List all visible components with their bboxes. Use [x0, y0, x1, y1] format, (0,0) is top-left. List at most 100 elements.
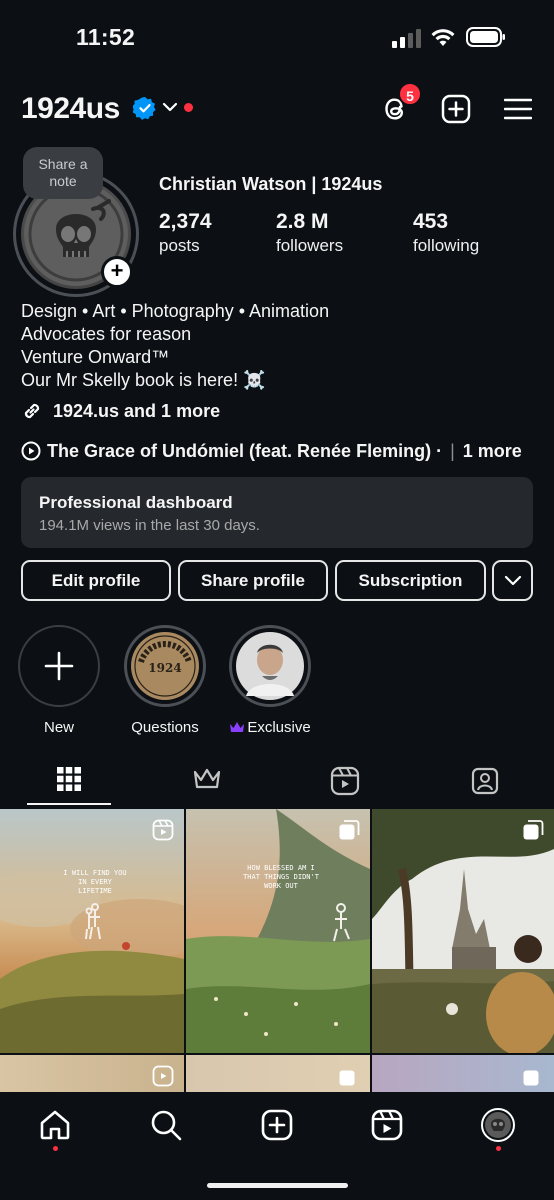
crown-icon	[230, 722, 245, 732]
tab-tagged[interactable]	[416, 756, 554, 806]
grid-icon	[57, 767, 81, 791]
nav-profile-activity-dot	[496, 1146, 501, 1151]
questions-badge-image: 1924	[131, 632, 199, 700]
post-thumbnail[interactable]: HOW BLESSED AM I THAT THINGS DIDN'T WORK…	[186, 809, 370, 1053]
post-artwork	[186, 809, 370, 1053]
posts-stat[interactable]: 2,374 posts	[159, 210, 212, 256]
account-switcher-username[interactable]: 1924us	[21, 92, 120, 126]
nav-reels[interactable]	[370, 1108, 404, 1142]
profile-music[interactable]: The Grace of Undómiel (feat. Renée Flemi…	[21, 438, 522, 464]
music-separator: |	[450, 440, 455, 461]
dashboard-title: Professional dashboard	[39, 493, 233, 512]
threads-button[interactable]: 5	[378, 82, 422, 126]
post-thumbnail[interactable]	[372, 809, 554, 1053]
tagged-person-icon	[471, 767, 499, 795]
post-thumbnail[interactable]: I WILL FIND YOU IN EVERY LIFETIME	[0, 809, 184, 1053]
verified-badge-icon	[133, 97, 156, 120]
bio-line: Our Mr Skelly book is here! ☠️	[21, 370, 266, 390]
nav-profile[interactable]	[481, 1108, 515, 1142]
following-stat[interactable]: 453 following	[413, 210, 479, 256]
svg-text:1924: 1924	[148, 661, 181, 675]
crown-icon	[193, 768, 221, 789]
edit-profile-button[interactable]: Edit profile	[21, 560, 171, 601]
carousel-indicator-icon	[339, 820, 360, 840]
nav-search[interactable]	[149, 1108, 183, 1142]
active-tab-indicator	[27, 803, 111, 805]
followers-label: followers	[276, 236, 344, 255]
profile-links[interactable]: 1924.us and 1 more	[21, 398, 220, 424]
profile-header: 1924us 5	[0, 82, 554, 138]
bio-line: Venture Onward™	[21, 347, 170, 367]
bio-line: Design • Art • Photography • Animation	[21, 301, 330, 321]
suggested-accounts-button[interactable]	[492, 560, 533, 601]
questions-highlight-circle: 1924	[124, 625, 206, 707]
post-artwork	[372, 809, 554, 1053]
exclusive-highlight-circle	[229, 625, 311, 707]
followers-stat[interactable]: 2.8 M followers	[276, 210, 343, 256]
share-note-bubble[interactable]: Share a note	[23, 147, 103, 199]
highlight-label-row: Exclusive	[225, 719, 315, 736]
posts-count: 2,374	[159, 210, 212, 233]
threads-badge: 5	[398, 82, 422, 106]
add-story-plus-icon[interactable]: +	[101, 256, 133, 288]
highlight-exclusive[interactable]: Exclusive	[225, 625, 315, 736]
post-thumbnail[interactable]	[0, 1055, 184, 1094]
post-artwork	[0, 809, 184, 1053]
post-thumbnail[interactable]	[186, 1055, 370, 1094]
highlight-new[interactable]: New	[14, 625, 104, 736]
nav-home-activity-dot	[53, 1146, 58, 1151]
nav-create[interactable]	[260, 1108, 294, 1142]
carousel-indicator-icon	[339, 1070, 355, 1086]
profile-avatar-icon	[481, 1108, 515, 1142]
bio-line: Advocates for reason	[21, 324, 192, 344]
following-count: 453	[413, 210, 449, 233]
following-label: following	[413, 236, 480, 255]
profile-bio: Design • Art • Photography • Animation A…	[21, 300, 329, 392]
home-icon	[40, 1110, 70, 1140]
post-caption-overlay: I WILL FIND YOU IN EVERY LIFETIME	[63, 869, 127, 895]
tab-reels[interactable]	[276, 756, 414, 806]
status-time: 11:52	[76, 24, 136, 50]
reel-indicator-icon	[152, 1065, 174, 1087]
reels-icon	[330, 766, 360, 796]
music-more: 1 more	[462, 440, 522, 461]
highlight-label: Questions	[131, 719, 199, 736]
notification-dot	[184, 103, 193, 112]
battery-icon	[466, 27, 505, 47]
profile-full-name: Christian Watson | 1924us	[159, 174, 383, 194]
highlight-label: New	[43, 719, 74, 736]
create-post-icon[interactable]	[441, 94, 471, 124]
tab-posts-grid[interactable]	[0, 756, 138, 806]
professional-dashboard[interactable]: Professional dashboard 194.1M views in t…	[21, 477, 533, 548]
chevron-down-icon	[504, 575, 521, 586]
profile-link-text: 1924.us and 1 more	[53, 400, 221, 421]
posts-label: posts	[159, 236, 200, 255]
carousel-indicator-icon	[523, 1070, 539, 1086]
wifi-icon	[431, 29, 455, 46]
followers-count: 2.8 M	[276, 210, 329, 233]
share-profile-button[interactable]: Share profile	[178, 560, 328, 601]
profile-tabs	[0, 756, 554, 806]
menu-icon[interactable]	[504, 97, 532, 121]
highlight-label: Exclusive	[247, 719, 311, 736]
home-indicator	[207, 1183, 348, 1188]
dashboard-subtitle: 194.1M views in the last 30 days.	[39, 517, 260, 534]
highlight-questions[interactable]: 1924 Questions	[120, 625, 210, 736]
new-highlight-circle	[18, 625, 100, 707]
subscription-button[interactable]: Subscription	[335, 560, 486, 601]
chevron-down-icon[interactable]	[162, 100, 178, 114]
cellular-signal-icon	[392, 29, 421, 48]
create-post-icon	[261, 1109, 293, 1141]
tab-subscriptions[interactable]	[138, 756, 276, 806]
carousel-indicator-icon	[523, 820, 544, 840]
post-thumbnail[interactable]	[372, 1055, 554, 1094]
reels-icon	[371, 1109, 403, 1141]
link-icon	[24, 403, 40, 419]
status-bar: 11:52	[0, 0, 554, 80]
nav-home[interactable]	[38, 1108, 72, 1142]
reel-indicator-icon	[152, 819, 174, 841]
post-caption-overlay: HOW BLESSED AM I THAT THINGS DIDN'T WORK…	[243, 864, 319, 890]
play-icon	[21, 441, 41, 461]
search-icon	[151, 1110, 182, 1141]
posts-grid: I WILL FIND YOU IN EVERY LIFETIME HOW BL…	[0, 809, 554, 1094]
